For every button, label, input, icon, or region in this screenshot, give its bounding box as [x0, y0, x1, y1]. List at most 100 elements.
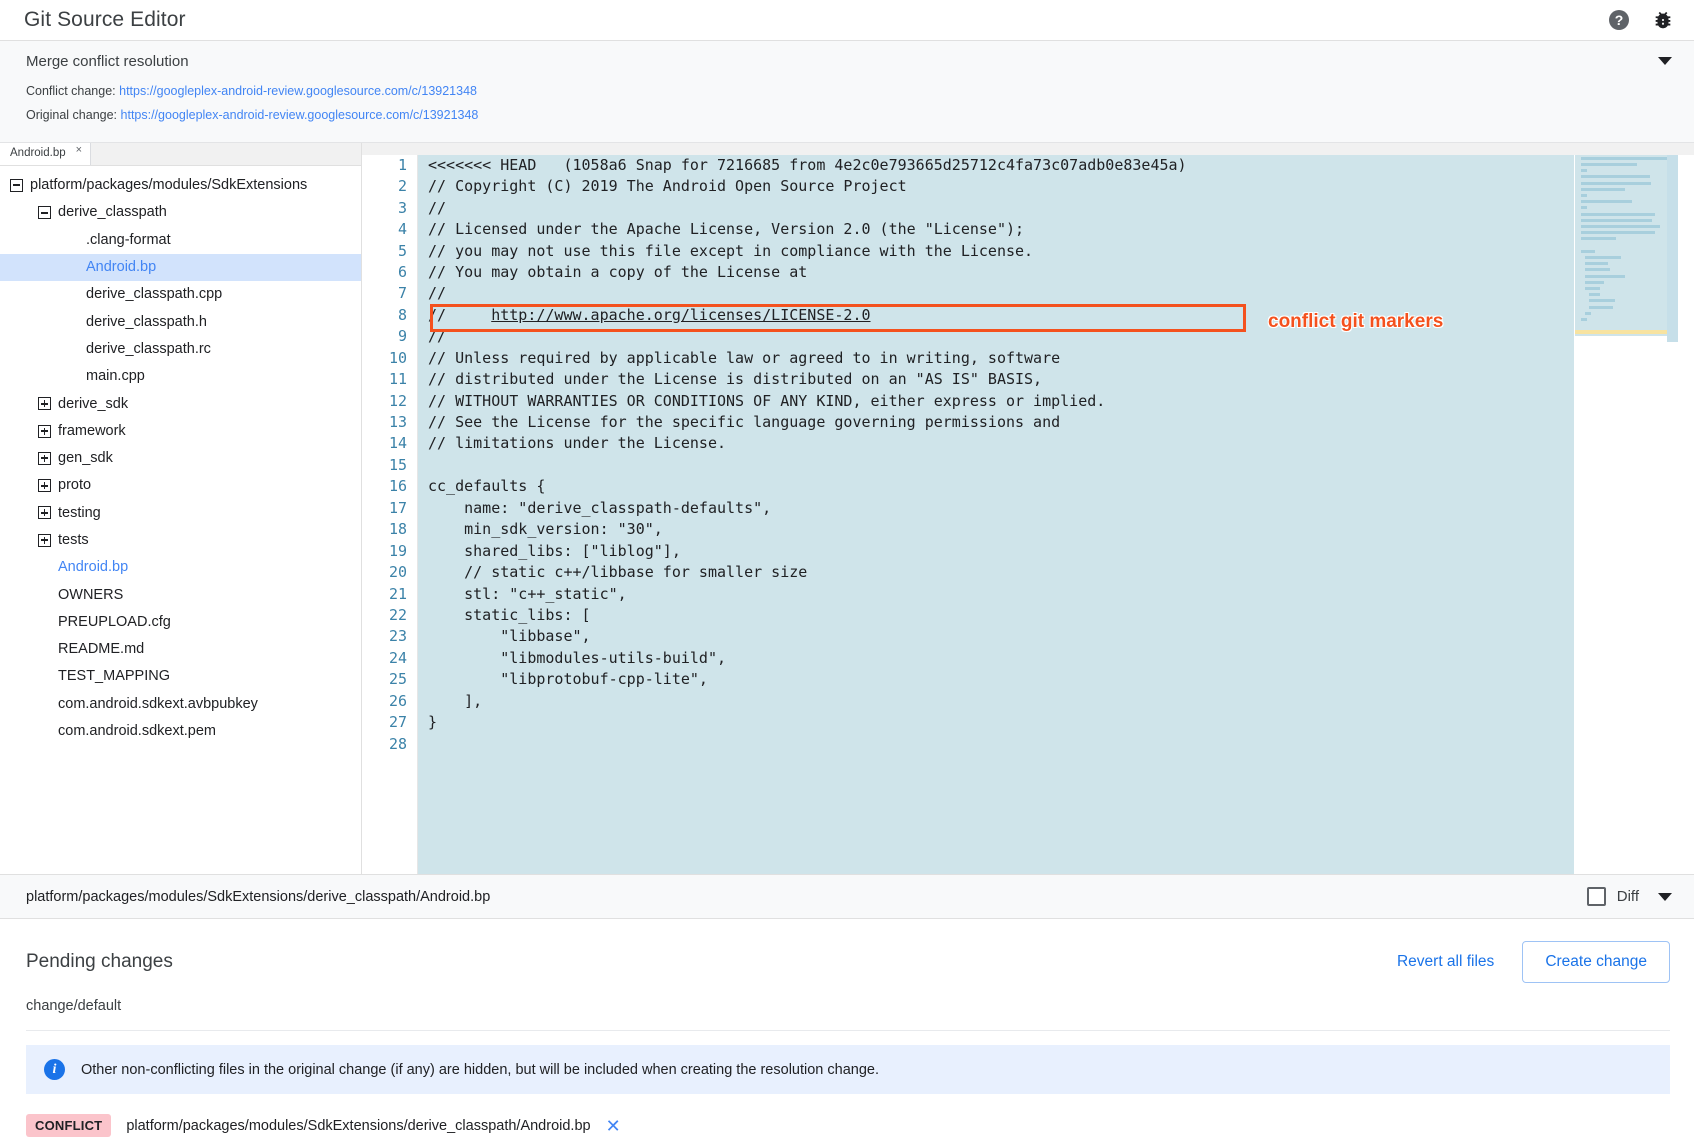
license-url-link[interactable]: http://www.apache.org/licenses/LICENSE-2…: [491, 306, 870, 324]
tree-item[interactable]: Android.bp: [0, 554, 361, 581]
code-line: // limitations under the License.: [418, 433, 1574, 454]
code-line: // Unless required by applicable law or …: [418, 348, 1574, 369]
expand-icon[interactable]: [38, 506, 51, 519]
tree-item[interactable]: .clang-format: [0, 226, 361, 253]
line-number: 7: [362, 283, 417, 304]
code-line: // WITHOUT WARRANTIES OR CONDITIONS OF A…: [418, 391, 1574, 412]
code-line: static_libs: [: [418, 605, 1574, 626]
chevron-down-icon[interactable]: [1658, 57, 1672, 65]
line-number: 18: [362, 519, 417, 540]
minimap-line: [1581, 157, 1669, 160]
collapse-icon[interactable]: [10, 179, 23, 192]
minimap-line: [1581, 188, 1625, 191]
expand-icon[interactable]: [38, 479, 51, 492]
tree-item[interactable]: PREUPLOAD.cfg: [0, 609, 361, 636]
tree-item-label: gen_sdk: [58, 451, 113, 466]
tree-item[interactable]: OWNERS: [0, 581, 361, 608]
code-minimap[interactable]: [1574, 143, 1678, 874]
minimap-line: [1585, 281, 1604, 284]
original-change-link[interactable]: https://googleplex-android-review.google…: [121, 108, 479, 122]
tree-item[interactable]: proto: [0, 472, 361, 499]
code-line: // Licensed under the Apache License, Ve…: [418, 219, 1574, 240]
svg-text:?: ?: [1615, 12, 1624, 28]
collapse-icon[interactable]: [38, 206, 51, 219]
minimap-line: [1581, 225, 1660, 228]
code-line: // See the License for the specific lang…: [418, 412, 1574, 433]
tree-item-label: testing: [58, 506, 101, 521]
bug-icon[interactable]: [1650, 7, 1676, 33]
tree-item[interactable]: README.md: [0, 636, 361, 663]
code-content[interactable]: <<<<<<< HEAD (1058a6 Snap for 7216685 fr…: [418, 143, 1574, 874]
tree-item[interactable]: com.android.sdkext.pem: [0, 718, 361, 745]
editor-right-gap: [1678, 143, 1694, 874]
conflict-marker-annotation: conflict git markers: [1268, 311, 1443, 333]
tree-item[interactable]: TEST_MAPPING: [0, 663, 361, 690]
tree-item[interactable]: main.cpp: [0, 363, 361, 390]
tab-label: Android.bp: [10, 147, 66, 159]
conflict-change-link[interactable]: https://googleplex-android-review.google…: [119, 84, 477, 98]
code-line: }: [418, 712, 1574, 733]
minimap-line: [1589, 293, 1600, 296]
line-number: 1: [362, 155, 417, 176]
tree-item[interactable]: platform/packages/modules/SdkExtensions: [0, 172, 361, 199]
tree-item-label: com.android.sdkext.pem: [58, 724, 216, 739]
code-line: name: "derive_classpath-defaults",: [418, 498, 1574, 519]
app-header: Git Source Editor ?: [0, 0, 1694, 41]
tree-item[interactable]: derive_classpath: [0, 199, 361, 226]
line-number: 15: [362, 455, 417, 476]
diff-chevron-down-icon[interactable]: [1658, 893, 1672, 901]
file-path-bar: platform/packages/modules/SdkExtensions/…: [0, 874, 1694, 919]
line-number: 20: [362, 562, 417, 583]
minimap-scrollbar[interactable]: [1667, 155, 1678, 343]
pending-changes-title: Pending changes: [26, 951, 173, 973]
original-change-row: Original change: https://googleplex-andr…: [26, 103, 1676, 127]
tree-item[interactable]: tests: [0, 527, 361, 554]
code-line: [418, 734, 1574, 755]
tab-close-icon[interactable]: ×: [76, 144, 82, 156]
pending-changes-header: Pending changes Revert all files Create …: [26, 941, 1670, 983]
tree-item[interactable]: derive_sdk: [0, 390, 361, 417]
minimap-line: [1581, 231, 1655, 234]
code-line: // Copyright (C) 2019 The Android Open S…: [418, 176, 1574, 197]
tree-item-label: platform/packages/modules/SdkExtensions: [30, 178, 307, 193]
expand-icon[interactable]: [38, 534, 51, 547]
editor-top-gap: [362, 143, 1694, 155]
minimap-line: [1585, 256, 1621, 259]
tree-item[interactable]: derive_classpath.cpp: [0, 281, 361, 308]
conflict-file-row: CONFLICT platform/packages/modules/SdkEx…: [26, 1114, 1670, 1137]
diff-checkbox[interactable]: [1587, 887, 1606, 906]
tree-item[interactable]: derive_classpath.h: [0, 308, 361, 335]
code-line: cc_defaults {: [418, 476, 1574, 497]
create-change-button[interactable]: Create change: [1522, 941, 1670, 983]
code-line: // static c++/libbase for smaller size: [418, 562, 1574, 583]
tree-item[interactable]: gen_sdk: [0, 445, 361, 472]
code-line: min_sdk_version: "30",: [418, 519, 1574, 540]
line-number: 21: [362, 584, 417, 605]
tree-item[interactable]: framework: [0, 417, 361, 444]
expand-icon[interactable]: [38, 425, 51, 438]
code-line: ],: [418, 691, 1574, 712]
tree-item-label: TEST_MAPPING: [58, 669, 170, 684]
help-icon[interactable]: ?: [1606, 7, 1632, 33]
tree-item[interactable]: com.android.sdkext.avbpubkey: [0, 690, 361, 717]
tree-item[interactable]: derive_classpath.rc: [0, 336, 361, 363]
tree-item[interactable]: Android.bp: [0, 254, 361, 281]
minimap-line: [1581, 163, 1637, 166]
tab-strip: Android.bp ×: [0, 143, 361, 166]
tree-item-label: com.android.sdkext.avbpubkey: [58, 697, 258, 712]
line-number: 13: [362, 412, 417, 433]
tree-item[interactable]: testing: [0, 499, 361, 526]
close-icon[interactable]: ✕: [606, 1117, 621, 1135]
minimap-line: [1581, 200, 1632, 203]
revert-all-files-button[interactable]: Revert all files: [1385, 945, 1506, 979]
expand-icon[interactable]: [38, 397, 51, 410]
tab-android-bp[interactable]: Android.bp ×: [0, 143, 91, 165]
minimap-line: [1581, 169, 1587, 172]
conflict-file-path: platform/packages/modules/SdkExtensions/…: [126, 1118, 590, 1134]
expand-icon[interactable]: [38, 452, 51, 465]
code-line: "libmodules-utils-build",: [418, 648, 1574, 669]
code-line: // you may not use this file except in c…: [418, 241, 1574, 262]
file-tree-panel: Android.bp × platform/packages/modules/S…: [0, 143, 362, 874]
header-icons: ?: [1606, 7, 1676, 33]
line-number: 26: [362, 691, 417, 712]
